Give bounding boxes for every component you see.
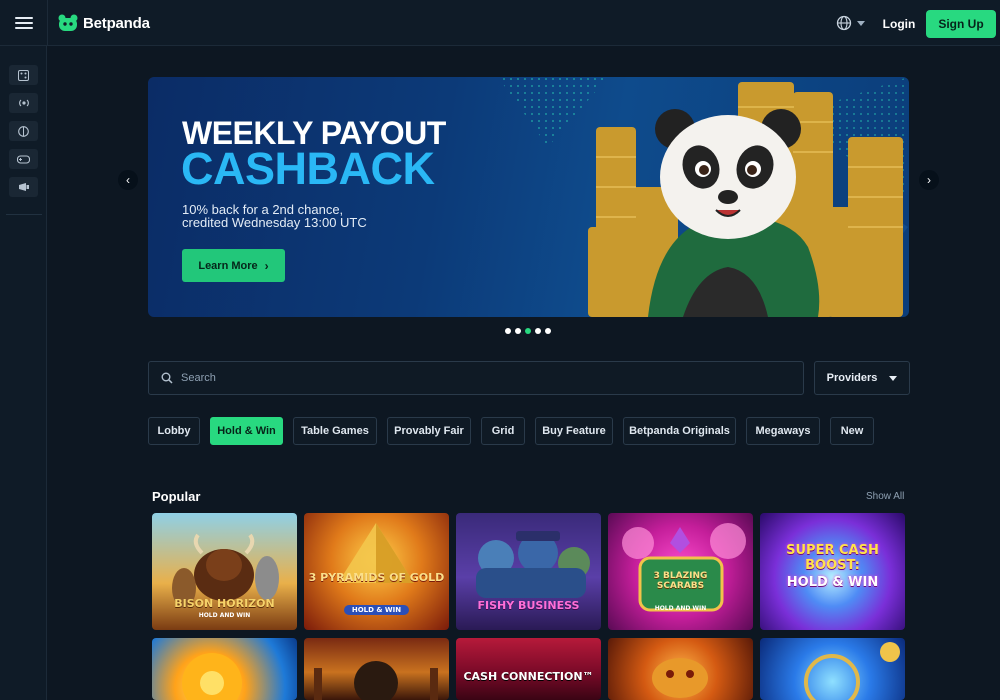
learn-more-label: Learn More [198, 259, 258, 272]
game-title: SUPER CASH BOOST: [786, 543, 879, 573]
menu-icon[interactable] [13, 14, 35, 32]
carousel-prev-button[interactable]: ‹ [118, 170, 138, 190]
game-card-7[interactable] [304, 638, 449, 700]
chevron-left-icon: ‹ [126, 173, 130, 187]
promo-banner[interactable]: WEEKLY PAYOUT CASHBACK 10% back for a 2n… [148, 77, 909, 317]
top-bar: Betpanda Login Sign Up [0, 0, 1000, 46]
game-thumbnail [182, 653, 242, 700]
sidebar-divider [6, 214, 42, 215]
providers-label: Providers [826, 372, 878, 384]
game-title: BISON HORIZON [174, 597, 275, 610]
carousel-dot[interactable] [515, 328, 521, 334]
brand-name: Betpanda [83, 14, 150, 32]
game-thumbnail [652, 658, 708, 698]
carousel-dot-active[interactable] [525, 328, 531, 334]
panda-illustration [588, 82, 903, 317]
game-thumbnail [314, 661, 438, 700]
game-card-cash-connection[interactable]: CASH CONNECTION™ [456, 638, 601, 700]
esports-icon [17, 154, 30, 164]
game-thumbnail [476, 531, 590, 598]
tab-table-games[interactable]: Table Games [293, 417, 377, 445]
panda-logo-icon [58, 14, 78, 31]
tab-new[interactable]: New [830, 417, 874, 445]
game-title: 3 PYRAMIDS OF GOLD [308, 571, 445, 584]
game-card-bison-horizon[interactable]: BISON HORIZON HOLD AND WIN [152, 513, 297, 630]
chevron-right-icon: › [264, 258, 269, 273]
search-input[interactable]: Search [148, 361, 804, 395]
carousel-dot[interactable] [545, 328, 551, 334]
globe-icon [836, 15, 852, 31]
search-placeholder: Search [181, 372, 216, 384]
banner-subtitle-line2: credited Wednesday 13:00 UTC [182, 215, 367, 230]
game-card-10[interactable] [760, 638, 905, 700]
chevron-right-icon: › [927, 173, 931, 187]
language-selector[interactable] [836, 15, 865, 31]
logo[interactable]: Betpanda [58, 12, 150, 34]
header-divider [47, 0, 48, 46]
game-thumbnail [804, 642, 900, 700]
game-subtitle: HOLD & WIN [786, 575, 879, 590]
tab-grid[interactable]: Grid [481, 417, 525, 445]
learn-more-button[interactable]: Learn More › [182, 249, 285, 282]
sidebar-item-live[interactable] [9, 93, 38, 113]
sidebar-item-casino[interactable] [9, 65, 38, 85]
game-title: CASH CONNECTION™ [463, 670, 594, 683]
tab-hold-and-win[interactable]: Hold & Win [210, 417, 283, 445]
game-card-3-blazing-scarabs[interactable]: 3 BLAZING SCARABS HOLD AND WIN [608, 513, 753, 630]
providers-dropdown[interactable]: Providers [814, 361, 910, 395]
show-all-link[interactable]: Show All [866, 491, 904, 502]
game-card-6[interactable] [152, 638, 297, 700]
game-subtitle: HOLD AND WIN [654, 605, 707, 612]
game-card-fishy-business[interactable]: FISHY BUSINESS [456, 513, 601, 630]
game-title: FISHY BUSINESS [477, 599, 580, 612]
tab-lobby[interactable]: Lobby [148, 417, 200, 445]
game-card-super-cash-boost[interactable]: SUPER CASH BOOST: HOLD & WIN [760, 513, 905, 630]
login-button[interactable]: Login [878, 12, 920, 36]
section-title-popular: Popular [152, 489, 201, 504]
game-subtitle: HOLD & WIN [344, 605, 409, 615]
sidebar [0, 46, 47, 700]
search-icon [161, 372, 173, 384]
sports-icon [18, 125, 29, 137]
sidebar-item-esports[interactable] [9, 149, 38, 169]
promotions-icon [18, 183, 29, 191]
game-subtitle: HOLD AND WIN [198, 612, 251, 619]
carousel-dot[interactable] [505, 328, 511, 334]
tab-provably-fair[interactable]: Provably Fair [387, 417, 471, 445]
game-card-3-pyramids-of-gold[interactable]: 3 PYRAMIDS OF GOLD HOLD & WIN [304, 513, 449, 630]
carousel-indicators [505, 328, 555, 334]
carousel-dot[interactable] [535, 328, 541, 334]
sidebar-item-promotions[interactable] [9, 177, 38, 197]
sidebar-item-sports[interactable] [9, 121, 38, 141]
banner-title-line2: CASHBACK [181, 143, 435, 194]
chevron-down-icon [889, 375, 898, 381]
game-title: 3 BLAZING SCARABS [653, 571, 708, 591]
live-icon [18, 99, 29, 107]
tab-megaways[interactable]: Megaways [746, 417, 820, 445]
carousel-next-button[interactable]: › [919, 170, 939, 190]
chevron-down-icon [857, 20, 865, 26]
casino-icon [18, 69, 29, 81]
tab-buy-feature[interactable]: Buy Feature [535, 417, 613, 445]
game-card-9[interactable] [608, 638, 753, 700]
signup-button[interactable]: Sign Up [926, 10, 996, 38]
tab-betpanda-originals[interactable]: Betpanda Originals [623, 417, 736, 445]
